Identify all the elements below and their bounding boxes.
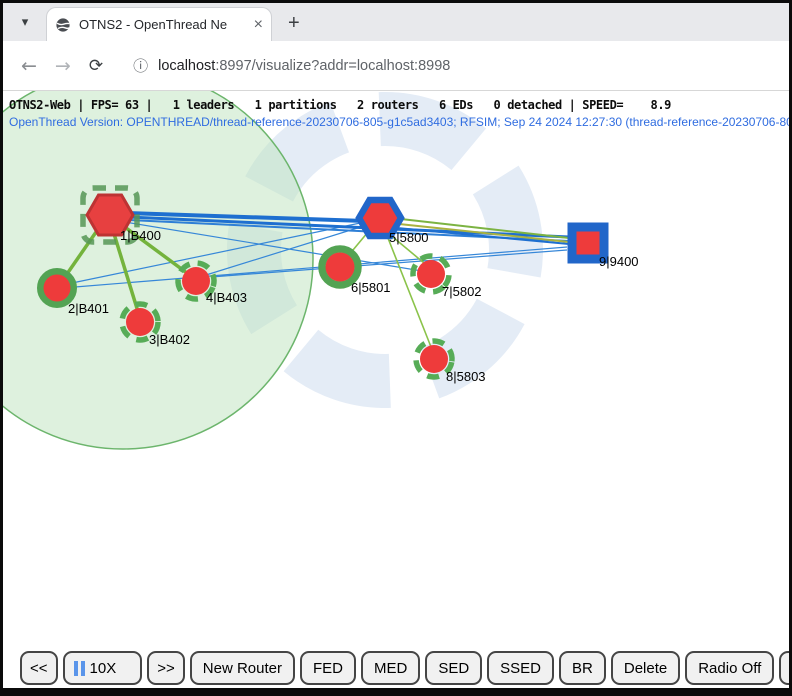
br-button[interactable]: BR	[559, 651, 606, 685]
node-9-label: 9|9400	[599, 254, 639, 269]
browser-window: ▾ OTNS2 - OpenThread Ne × + ← → ⟳ ⓘ loca…	[0, 0, 792, 696]
speed-pause-button[interactable]: 10X	[63, 651, 143, 685]
tab-strip: ▾ OTNS2 - OpenThread Ne × +	[3, 3, 789, 41]
node-6-label: 6|5801	[351, 280, 391, 295]
globe-favicon-icon	[55, 17, 71, 33]
tab-title: OTNS2 - OpenThread Ne	[79, 17, 250, 32]
url-host: localhost	[158, 58, 215, 74]
speed-down-button[interactable]: <<	[20, 651, 58, 685]
node-8-label: 8|5803	[446, 369, 486, 384]
tab-otns2[interactable]: OTNS2 - OpenThread Ne ×	[46, 7, 272, 41]
forward-icon[interactable]: →	[55, 55, 71, 77]
speed-label: 10X	[90, 660, 117, 677]
page-info-icon[interactable]: ⓘ	[133, 55, 148, 76]
address-bar[interactable]: localhost:8997/visualize?addr=localhost:…	[158, 58, 450, 74]
speed-up-button[interactable]: >>	[147, 651, 185, 685]
new-tab-button[interactable]: +	[288, 13, 300, 33]
node-4-label: 4|B403	[206, 290, 247, 305]
network-graph	[3, 91, 789, 688]
med-button[interactable]: MED	[361, 651, 420, 685]
back-icon[interactable]: ←	[21, 55, 37, 77]
version-line: OpenThread Version: OPENTHREAD/thread-re…	[9, 115, 789, 129]
radio-off-button[interactable]: Radio Off	[685, 651, 774, 685]
node-1-label: 1|B400	[120, 228, 161, 243]
url-path: :8997/visualize?addr=localhost:8998	[215, 58, 450, 74]
node-7-label: 7|5802	[442, 284, 482, 299]
radio-on-button[interactable]: Radio On	[779, 651, 789, 685]
otns-canvas[interactable]: OTNS2-Web | FPS= 63 | 1 leaders 1 partit…	[3, 91, 789, 688]
sed-button[interactable]: SED	[425, 651, 482, 685]
fed-button[interactable]: FED	[300, 651, 356, 685]
tab-list-chevron-icon[interactable]: ▾	[12, 9, 38, 35]
node-3-label: 3|B402	[149, 332, 190, 347]
delete-button[interactable]: Delete	[611, 651, 680, 685]
address-bar-row: ← → ⟳ ⓘ localhost:8997/visualize?addr=lo…	[3, 41, 789, 91]
toolbar: << 10X >> New Router FED MED SED SSED BR…	[20, 651, 789, 685]
reload-icon[interactable]: ⟳	[89, 56, 103, 76]
node-5-label: 5|5800	[389, 230, 429, 245]
pause-icon	[74, 661, 85, 676]
node-2[interactable]	[41, 272, 74, 305]
tab-close-icon[interactable]: ×	[254, 17, 263, 33]
status-line: OTNS2-Web | FPS= 63 | 1 leaders 1 partit…	[9, 98, 671, 112]
node-2-label: 2|B401	[68, 301, 109, 316]
ssed-button[interactable]: SSED	[487, 651, 554, 685]
new-router-button[interactable]: New Router	[190, 651, 295, 685]
